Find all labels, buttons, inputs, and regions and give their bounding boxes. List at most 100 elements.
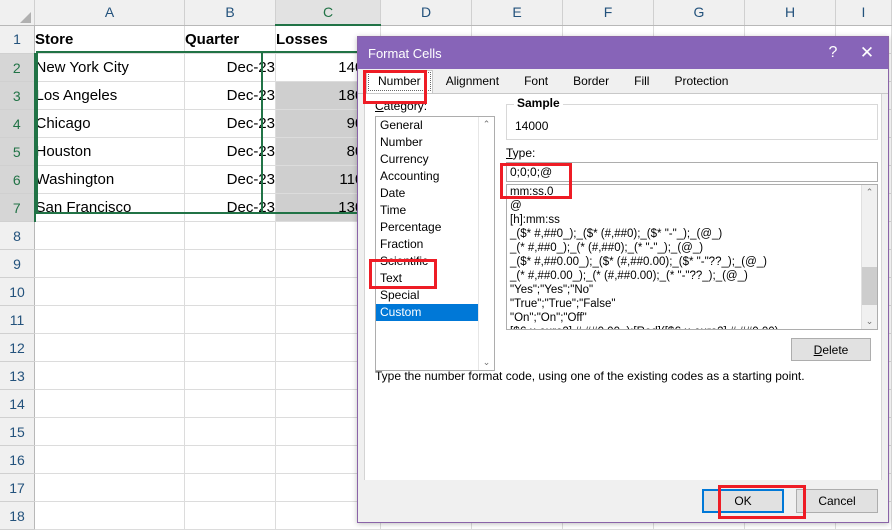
category-item-time[interactable]: Time (376, 202, 494, 219)
format-code-item[interactable]: _($* #,##0.00_);_($* (#,##0.00);_($* "-"… (507, 255, 877, 269)
type-input[interactable] (506, 162, 878, 182)
column-header-a[interactable]: A (34, 0, 185, 26)
cell-b3[interactable]: Dec-23 (184, 81, 276, 110)
category-scrollbar[interactable]: ⌃ ⌄ (478, 117, 494, 370)
row-header-17[interactable]: 17 (0, 473, 35, 502)
format-code-item[interactable]: "Yes";"Yes";"No" (507, 283, 877, 297)
scroll-up-icon[interactable]: ⌃ (862, 185, 877, 200)
format-code-item[interactable]: mm:ss.0 (507, 185, 877, 199)
cell-a15[interactable] (34, 417, 185, 446)
format-code-item[interactable]: _($* #,##0_);_($* (#,##0);_($* "-"_);_(@… (507, 227, 877, 241)
category-item-fraction[interactable]: Fraction (376, 236, 494, 253)
category-item-scientific[interactable]: Scientific (376, 253, 494, 270)
row-header-16[interactable]: 16 (0, 445, 35, 474)
cell-a5[interactable]: Houston (34, 137, 185, 166)
cell-a3[interactable]: Los Angeles (34, 81, 185, 110)
column-header-h[interactable]: H (744, 0, 836, 26)
delete-button[interactable]: Delete (791, 338, 871, 361)
cell-b9[interactable] (184, 249, 276, 278)
category-item-special[interactable]: Special (376, 287, 494, 304)
cell-b4[interactable]: Dec-23 (184, 109, 276, 138)
format-code-item[interactable]: _(* #,##0.00_);_(* (#,##0.00);_(* "-"??_… (507, 269, 877, 283)
column-header-i[interactable]: I (835, 0, 892, 26)
dialog-tabstrip[interactable]: Number Alignment Font Border Fill Protec… (358, 69, 888, 94)
category-item-currency[interactable]: Currency (376, 151, 494, 168)
scroll-down-icon[interactable]: ⌄ (479, 355, 494, 370)
category-item-text[interactable]: Text (376, 270, 494, 287)
category-item-general[interactable]: General (376, 117, 494, 134)
cell-b14[interactable] (184, 389, 276, 418)
cell-b10[interactable] (184, 277, 276, 306)
column-header-e[interactable]: E (471, 0, 563, 26)
format-code-item[interactable]: [h]:mm:ss (507, 213, 877, 227)
cell-a11[interactable] (34, 305, 185, 334)
cell-a17[interactable] (34, 473, 185, 502)
row-header-13[interactable]: 13 (0, 361, 35, 390)
row-header-8[interactable]: 8 (0, 221, 35, 250)
row-header-7[interactable]: 7 (0, 193, 36, 222)
cell-b5[interactable]: Dec-23 (184, 137, 276, 166)
scrollbar-thumb[interactable] (862, 267, 877, 305)
tab-number[interactable]: Number (366, 70, 433, 93)
row-header-5[interactable]: 5 (0, 137, 36, 166)
format-code-item[interactable]: "True";"True";"False" (507, 297, 877, 311)
cell-a14[interactable] (34, 389, 185, 418)
row-header-14[interactable]: 14 (0, 389, 35, 418)
close-icon[interactable]: ✕ (850, 38, 884, 68)
row-header-3[interactable]: 3 (0, 81, 36, 110)
tab-protection[interactable]: Protection (662, 70, 741, 93)
cell-a8[interactable] (34, 221, 185, 250)
cell-b16[interactable] (184, 445, 276, 474)
cell-b13[interactable] (184, 361, 276, 390)
row-header-11[interactable]: 11 (0, 305, 35, 334)
cell-a12[interactable] (34, 333, 185, 362)
cell-b12[interactable] (184, 333, 276, 362)
cell-b7[interactable]: Dec-23 (184, 193, 276, 222)
format-code-item[interactable]: [$€-x-euro2] #,##0.00_);[Red]([$€-x-euro… (507, 325, 877, 329)
format-cells-dialog[interactable]: Format Cells ? ✕ Number Alignment Font B… (357, 36, 889, 523)
row-header-6[interactable]: 6 (0, 165, 36, 194)
row-header-12[interactable]: 12 (0, 333, 35, 362)
scroll-up-icon[interactable]: ⌃ (479, 117, 494, 132)
column-header-b[interactable]: B (184, 0, 276, 26)
row-header-18[interactable]: 18 (0, 501, 35, 530)
tab-border[interactable]: Border (561, 70, 622, 93)
cell-b17[interactable] (184, 473, 276, 502)
cancel-button[interactable]: Cancel (796, 489, 878, 513)
select-all-corner[interactable] (0, 0, 35, 26)
format-code-item[interactable]: "On";"On";"Off" (507, 311, 877, 325)
format-codes-scrollbar[interactable]: ⌃ ⌄ (861, 185, 877, 329)
cell-a18[interactable] (34, 501, 185, 530)
cell-a16[interactable] (34, 445, 185, 474)
row-header-2[interactable]: 2 (0, 53, 36, 82)
cell-a1[interactable]: Store (34, 25, 185, 54)
format-code-item[interactable]: _(* #,##0_);_(* (#,##0);_(* "-"_);_(@_) (507, 241, 877, 255)
cell-a10[interactable] (34, 277, 185, 306)
cell-b18[interactable] (184, 501, 276, 530)
help-icon[interactable]: ? (816, 38, 850, 68)
ok-button[interactable]: OK (702, 489, 784, 513)
cell-a4[interactable]: Chicago (34, 109, 185, 138)
row-header-1[interactable]: 1 (0, 25, 35, 54)
row-header-9[interactable]: 9 (0, 249, 35, 278)
cell-a2[interactable]: New York City (34, 53, 185, 82)
cell-a9[interactable] (34, 249, 185, 278)
tab-font[interactable]: Font (512, 70, 561, 93)
cell-b11[interactable] (184, 305, 276, 334)
column-header-c[interactable]: C (275, 0, 381, 26)
cell-b1[interactable]: Quarter (184, 25, 276, 54)
tab-alignment[interactable]: Alignment (433, 70, 512, 93)
cell-b8[interactable] (184, 221, 276, 250)
category-item-number[interactable]: Number (376, 134, 494, 151)
tab-fill[interactable]: Fill (622, 70, 662, 93)
cell-a13[interactable] (34, 361, 185, 390)
column-header-d[interactable]: D (380, 0, 472, 26)
category-item-percentage[interactable]: Percentage (376, 219, 494, 236)
format-code-item[interactable]: @ (507, 199, 877, 213)
cell-b15[interactable] (184, 417, 276, 446)
column-header-f[interactable]: F (562, 0, 654, 26)
scroll-down-icon[interactable]: ⌄ (862, 314, 877, 329)
row-header-4[interactable]: 4 (0, 109, 36, 138)
row-header-10[interactable]: 10 (0, 277, 35, 306)
row-header-15[interactable]: 15 (0, 417, 35, 446)
